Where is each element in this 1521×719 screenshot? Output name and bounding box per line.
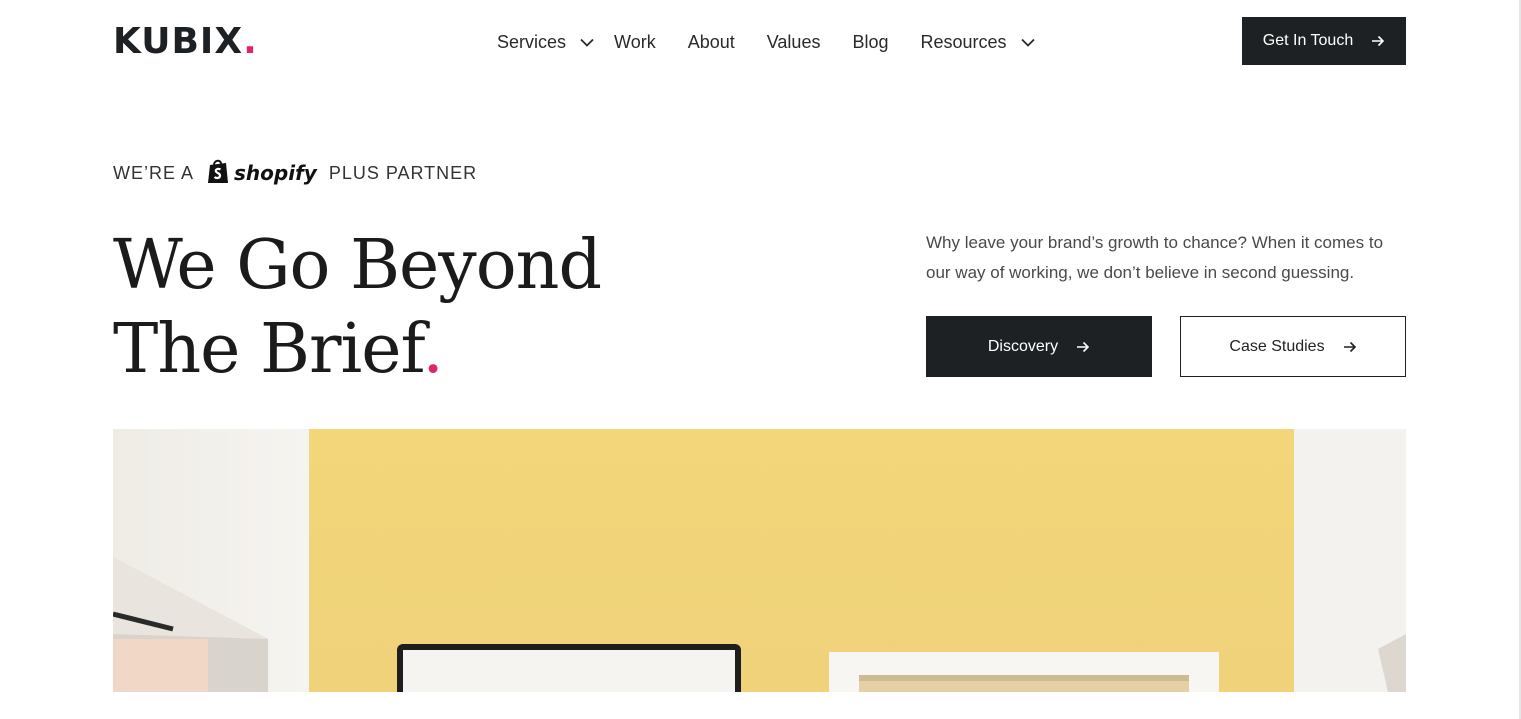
nav-about-label: About <box>687 31 735 52</box>
nav-services-label: Services <box>497 31 567 52</box>
chevron-down-icon[interactable] <box>580 38 594 47</box>
case-studies-label: Case Studies <box>1229 337 1325 355</box>
chevron-down-icon[interactable] <box>1020 38 1035 47</box>
hero-headline: We Go Beyond The Brief. <box>113 224 602 392</box>
shopify-wordmark: shopify <box>234 161 317 185</box>
get-in-touch-label: Get In Touch <box>1262 32 1354 49</box>
logo[interactable]: KUBIX. <box>113 22 258 62</box>
headline-dot: . <box>422 310 444 389</box>
shopify-bag-icon <box>206 158 230 189</box>
nav-about[interactable]: About <box>688 32 735 53</box>
hero-photo-illustration <box>113 429 1406 692</box>
discovery-button[interactable]: Discovery <box>926 316 1152 377</box>
nav-resources-label: Resources <box>920 31 1007 52</box>
hero-image <box>113 429 1406 692</box>
nav-work-label: Work <box>614 31 656 52</box>
nav-blog[interactable]: Blog <box>852 32 888 53</box>
arrow-right-icon <box>1371 35 1385 47</box>
partner-suffix: PLUS PARTNER <box>328 162 478 183</box>
nav-services[interactable]: Services <box>497 32 594 53</box>
nav-values-label: Values <box>766 31 821 52</box>
arrow-right-icon <box>1343 341 1357 353</box>
discovery-label: Discovery <box>987 337 1059 355</box>
nav-resources[interactable]: Resources <box>920 31 1035 53</box>
nav-work[interactable]: Work <box>614 32 656 53</box>
case-studies-button[interactable]: Case Studies <box>1180 316 1406 377</box>
logo-text: KUBIX <box>113 21 244 62</box>
shopify-logo: shopify <box>206 158 317 189</box>
nav-values[interactable]: Values <box>767 32 821 53</box>
get-in-touch-button[interactable]: Get In Touch <box>1242 17 1406 65</box>
arrow-right-icon <box>1076 341 1090 353</box>
partner-prefix: WE’RE A <box>113 162 195 183</box>
main-nav: Services Work About Values Blog Resource… <box>497 28 1035 56</box>
hero-tagline: Why leave your brand’s growth to chance?… <box>926 233 1384 282</box>
partner-line: WE’RE A shopify PLUS PARTNER <box>113 157 477 189</box>
headline-line-2: The Brief <box>113 310 423 389</box>
nav-blog-label: Blog <box>852 31 889 52</box>
headline-line-1: We Go Beyond <box>113 226 602 305</box>
logo-dot: . <box>243 21 258 62</box>
